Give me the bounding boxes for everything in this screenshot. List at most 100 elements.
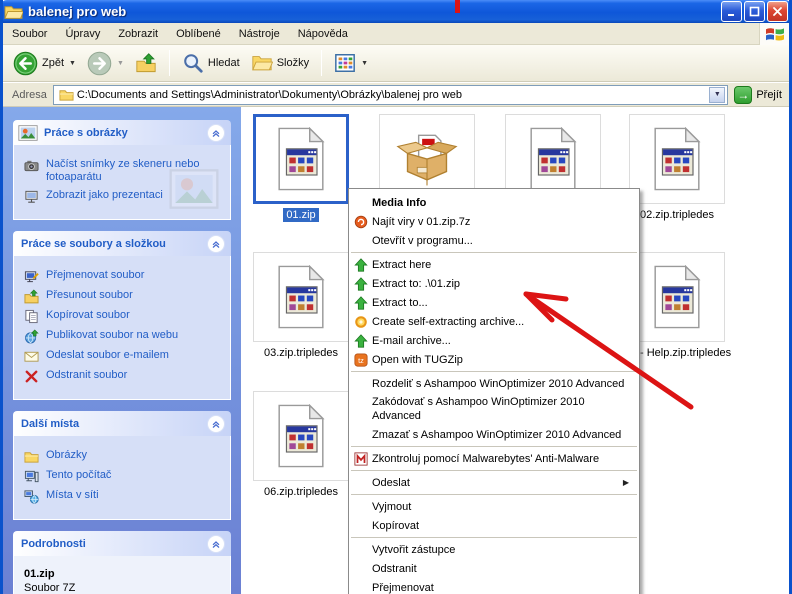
task-link[interactable]: Přesunout soubor — [46, 289, 133, 302]
context-menu-item-label: Open with TUGZip — [372, 353, 629, 367]
close-button[interactable] — [767, 1, 788, 22]
task-link[interactable]: Obrázky — [46, 449, 87, 462]
task-link[interactable]: Místa v síti — [46, 489, 99, 502]
context-menu-item[interactable]: Zkontroluj pomocí Malwarebytes' Anti-Mal… — [351, 449, 637, 468]
back-dropdown-caret[interactable]: ▼ — [69, 60, 76, 67]
address-label: Adresa — [6, 89, 53, 101]
forward-button[interactable]: ▼ — [83, 49, 128, 78]
forward-dropdown-caret[interactable]: ▼ — [117, 60, 124, 67]
menubar-item[interactable]: Nástroje — [230, 25, 289, 43]
panel-header[interactable]: Podrobnosti — [13, 531, 231, 556]
task-item[interactable]: Odstranit soubor — [24, 369, 224, 384]
file-label-text: - Help.zip.tripledes — [640, 347, 731, 359]
menubar-item[interactable]: Úpravy — [56, 25, 109, 43]
back-button[interactable]: Zpět ▼ — [9, 49, 80, 78]
context-menu-item[interactable]: Rozdeliť s Ashampoo WinOptimizer 2010 Ad… — [351, 374, 637, 393]
task-link[interactable]: Odstranit soubor — [46, 369, 127, 382]
context-menu-item[interactable]: Media Info — [351, 193, 637, 212]
task-link[interactable]: Kopírovat soubor — [46, 309, 130, 322]
toolbar: Zpět ▼ ▼ Hledat Složky ▼ — [3, 45, 789, 82]
menubar-item[interactable]: Zobrazit — [109, 25, 167, 43]
panel-collapse-button[interactable] — [207, 235, 225, 253]
panel-collapse-button[interactable] — [207, 415, 225, 433]
task-item[interactable]: Obrázky — [24, 449, 224, 464]
task-item[interactable]: Přejmenovat soubor — [24, 269, 224, 284]
task-item[interactable]: Odeslat soubor e-mailem — [24, 349, 224, 364]
task-item[interactable]: Tento počítač — [24, 469, 224, 484]
file-label[interactable]: 02.zip.tripledes — [629, 209, 725, 221]
context-menu-item-label: Media Info — [372, 196, 629, 210]
menubar-item[interactable]: Oblíbené — [167, 25, 230, 43]
views-button[interactable]: ▼ — [330, 50, 372, 76]
go-button[interactable]: → Přejít — [734, 86, 786, 104]
task-item[interactable]: Přesunout soubor — [24, 289, 224, 304]
zip-document — [274, 127, 328, 191]
task-link[interactable]: Tento počítač — [46, 469, 111, 482]
context-menu-item[interactable]: Otevřít v programu... — [351, 231, 637, 250]
panel-collapse-button[interactable] — [207, 535, 225, 553]
context-menu-icon-slot — [354, 518, 372, 533]
search-button[interactable]: Hledat — [178, 50, 244, 76]
file-thumbnail[interactable] — [253, 391, 349, 481]
panel-header[interactable]: Práce s obrázky — [13, 120, 231, 145]
panel-header[interactable]: Práce se soubory a složkou — [13, 231, 231, 256]
context-menu-icon-slot — [354, 402, 372, 417]
up-button[interactable] — [131, 50, 161, 76]
context-menu-item[interactable]: Zmazať s Ashampoo WinOptimizer 2010 Adva… — [351, 425, 637, 444]
menubar-item[interactable]: Soubor — [3, 25, 56, 43]
folders-icon — [251, 52, 273, 74]
task-item[interactable]: Kopírovat soubor — [24, 309, 224, 324]
context-menu-group: Extract hereExtract to: .\01.zipExtract … — [351, 252, 637, 371]
address-input[interactable]: C:\Documents and Settings\Administrator\… — [53, 85, 728, 105]
panel-body: Načíst snímky ze skeneru nebo fotoaparát… — [13, 145, 231, 220]
context-menu-item[interactable]: Vyjmout — [351, 497, 637, 516]
panel-collapse-button[interactable] — [207, 124, 225, 142]
file-thumbnail[interactable] — [253, 114, 349, 204]
file-item[interactable]: 03.zip.tripledes — [253, 252, 349, 359]
views-dropdown-caret[interactable]: ▼ — [361, 60, 368, 67]
address-dropdown-button[interactable]: ▼ — [709, 87, 725, 103]
context-menu-item[interactable]: E-mail archive... — [351, 331, 637, 350]
file-label[interactable]: 03.zip.tripledes — [253, 347, 349, 359]
file-item[interactable]: 01.zip — [253, 114, 349, 221]
panel-header[interactable]: Další místa — [13, 411, 231, 436]
file-label[interactable]: 06.zip.tripledes — [253, 486, 349, 498]
context-menu-item[interactable]: Kopírovat — [351, 516, 637, 535]
file-item[interactable]: - Help.zip.tripledes — [629, 252, 725, 359]
file-label[interactable]: - Help.zip.tripledes — [640, 347, 725, 359]
file-item[interactable]: 02.zip.tripledes — [629, 114, 725, 221]
context-menu-item[interactable]: Přejmenovat — [351, 578, 637, 594]
back-label: Zpět — [42, 57, 64, 69]
context-menu-item[interactable]: Extract to... — [351, 293, 637, 312]
task-link[interactable]: Přejmenovat soubor — [46, 269, 144, 282]
folders-button[interactable]: Složky — [247, 50, 313, 76]
task-item[interactable]: Místa v síti — [24, 489, 224, 504]
context-menu-item[interactable]: Vytvořit zástupce — [351, 540, 637, 559]
file-label-text: 02.zip.tripledes — [640, 209, 714, 221]
context-menu-item[interactable]: Odeslat▶ — [351, 473, 637, 492]
context-menu-item[interactable]: Zakódovať s Ashampoo WinOptimizer 2010 A… — [351, 393, 637, 425]
task-link[interactable]: Publikovat soubor na webu — [46, 329, 178, 342]
context-menu-item[interactable]: Open with TUGZip — [351, 350, 637, 369]
panel-title: Práce se soubory a složkou — [21, 238, 207, 250]
task-item[interactable]: Publikovat soubor na webu — [24, 329, 224, 344]
maximize-button[interactable] — [744, 1, 765, 22]
file-item[interactable]: 06.zip.tripledes — [253, 391, 349, 498]
context-menu-item[interactable]: Extract to: .\01.zip — [351, 274, 637, 293]
details-file-type: Soubor 7Z — [24, 582, 224, 594]
context-menu-item-label: Zakódovať s Ashampoo WinOptimizer 2010 A… — [372, 395, 629, 423]
task-link[interactable]: Odeslat soubor e-mailem — [46, 349, 169, 362]
file-thumbnail[interactable] — [629, 114, 725, 204]
context-menu-item[interactable]: Odstranit — [351, 559, 637, 578]
context-menu-item[interactable]: Extract here — [351, 255, 637, 274]
context-menu-group: VyjmoutKopírovat — [351, 494, 637, 537]
context-menu-item[interactable]: Najít viry v 01.zip.7z — [351, 212, 637, 231]
task-link[interactable]: Zobrazit jako prezentaci — [46, 189, 163, 202]
context-menu-item[interactable]: Create self-extracting archive... — [351, 312, 637, 331]
minimize-button[interactable] — [721, 1, 742, 22]
menubar-item[interactable]: Nápověda — [289, 25, 357, 43]
windows-logo-icon — [759, 23, 789, 45]
file-thumbnail[interactable] — [629, 252, 725, 342]
file-label[interactable]: 01.zip — [253, 209, 349, 221]
file-thumbnail[interactable] — [253, 252, 349, 342]
